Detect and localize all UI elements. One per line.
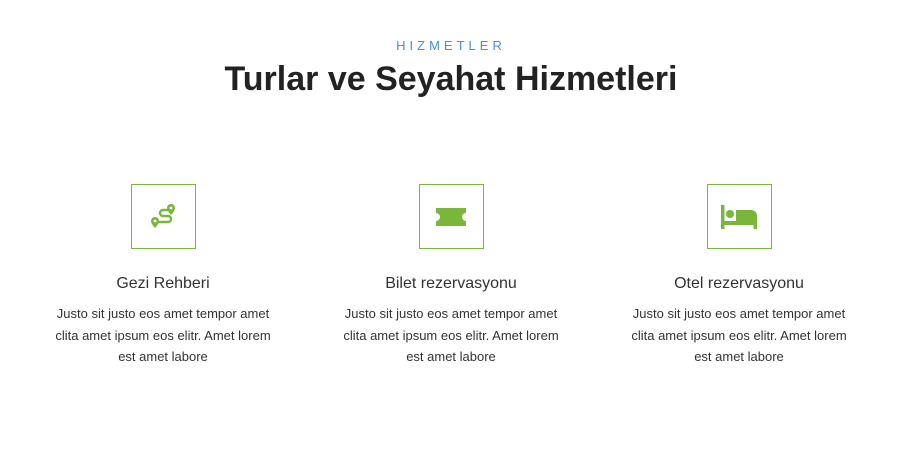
service-icon-box bbox=[418, 184, 484, 249]
section-eyebrow: HIZMETLER bbox=[396, 38, 506, 53]
service-title: Gezi Rehberi bbox=[116, 275, 210, 292]
service-card-hotel-booking: Otel rezervasyonu Justo sit justo eos am… bbox=[619, 184, 859, 368]
service-icon-box bbox=[130, 184, 196, 249]
service-description: Justo sit justo eos amet tempor amet cli… bbox=[631, 306, 847, 364]
service-card-ticket-booking: Bilet rezervasyonu Justo sit justo eos a… bbox=[331, 184, 571, 368]
service-description: Justo sit justo eos amet tempor amet cli… bbox=[55, 306, 271, 364]
route-icon bbox=[151, 203, 175, 228]
service-description: Justo sit justo eos amet tempor amet cli… bbox=[343, 306, 559, 364]
service-card-tour-guide: Gezi Rehberi Justo sit justo eos amet te… bbox=[43, 184, 283, 368]
service-icon-box bbox=[706, 184, 772, 249]
services-section: HIZMETLER Turlar ve Seyahat Hizmetleri G… bbox=[0, 0, 902, 471]
services-grid: Gezi Rehberi Justo sit justo eos amet te… bbox=[0, 184, 902, 384]
ticket-icon bbox=[436, 207, 466, 226]
section-title: Turlar ve Seyahat Hizmetleri bbox=[224, 60, 678, 98]
service-title: Bilet rezervasyonu bbox=[385, 275, 517, 292]
bed-icon bbox=[721, 204, 757, 229]
service-title: Otel rezervasyonu bbox=[674, 275, 804, 292]
